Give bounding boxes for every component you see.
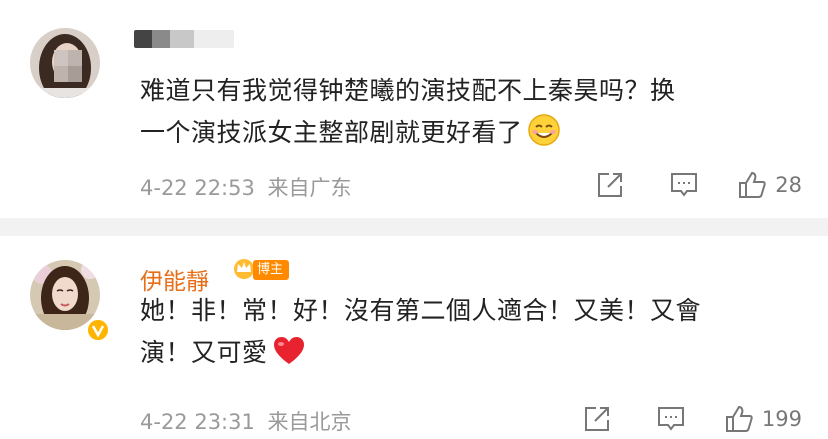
comment-text-line: 难道只有我觉得钟楚曦的演技配不上秦昊吗？换	[140, 76, 676, 105]
smile-emoji-icon	[527, 113, 561, 160]
red-heart-emoji-icon	[272, 335, 306, 380]
timestamp: 4-22 22:53	[140, 176, 255, 200]
share-icon[interactable]	[595, 170, 625, 200]
share-icon[interactable]	[582, 404, 612, 434]
comment-actions: 28	[595, 170, 802, 200]
comment-text: 她！非！常！好！沒有第二個人適合！又美！又會 演！又可愛	[140, 290, 800, 380]
location: 来自广东	[267, 176, 352, 200]
comment-text-line: 她！非！常！好！沒有第二個人適合！又美！又會	[140, 296, 702, 325]
comment-item: 伊能靜 博主 她！非！常！好！沒有第二個人適合！又美！又會 演！又可愛 4-22…	[0, 236, 828, 439]
like-icon[interactable]	[724, 404, 754, 434]
comment-meta: 4-22 23:31 来自北京	[140, 406, 352, 436]
like-button[interactable]: 199	[724, 404, 802, 434]
like-count: 28	[775, 173, 802, 197]
comment-text-line-2: 演！又可愛	[140, 338, 268, 367]
comment-meta: 4-22 22:53 来自广东	[140, 172, 352, 202]
comment-icon[interactable]	[669, 170, 699, 200]
username-blurred[interactable]	[134, 30, 234, 48]
comment-item: 难道只有我觉得钟楚曦的演技配不上秦昊吗？换 一个演技派女主整部剧就更好看了 4-…	[0, 0, 828, 218]
comment-text: 难道只有我觉得钟楚曦的演技配不上秦昊吗？换 一个演技派女主整部剧就更好看了	[140, 70, 800, 160]
comment-icon[interactable]	[656, 404, 686, 434]
location: 来自北京	[267, 410, 352, 434]
separator	[0, 218, 828, 236]
verified-v-icon	[86, 318, 110, 342]
comment-actions: 199	[582, 404, 802, 434]
like-button[interactable]: 28	[737, 170, 802, 200]
avatar[interactable]	[30, 28, 100, 98]
comment-text-line-2: 一个演技派女主整部剧就更好看了	[140, 118, 523, 147]
blogger-badge: 博主	[232, 258, 290, 282]
timestamp: 4-22 23:31	[140, 410, 255, 434]
badge-label: 博主	[253, 260, 290, 280]
comment-text-line: 演！又可愛	[140, 332, 800, 380]
like-icon[interactable]	[737, 170, 767, 200]
like-count: 199	[761, 407, 802, 431]
comment-text-line: 一个演技派女主整部剧就更好看了	[140, 112, 800, 160]
